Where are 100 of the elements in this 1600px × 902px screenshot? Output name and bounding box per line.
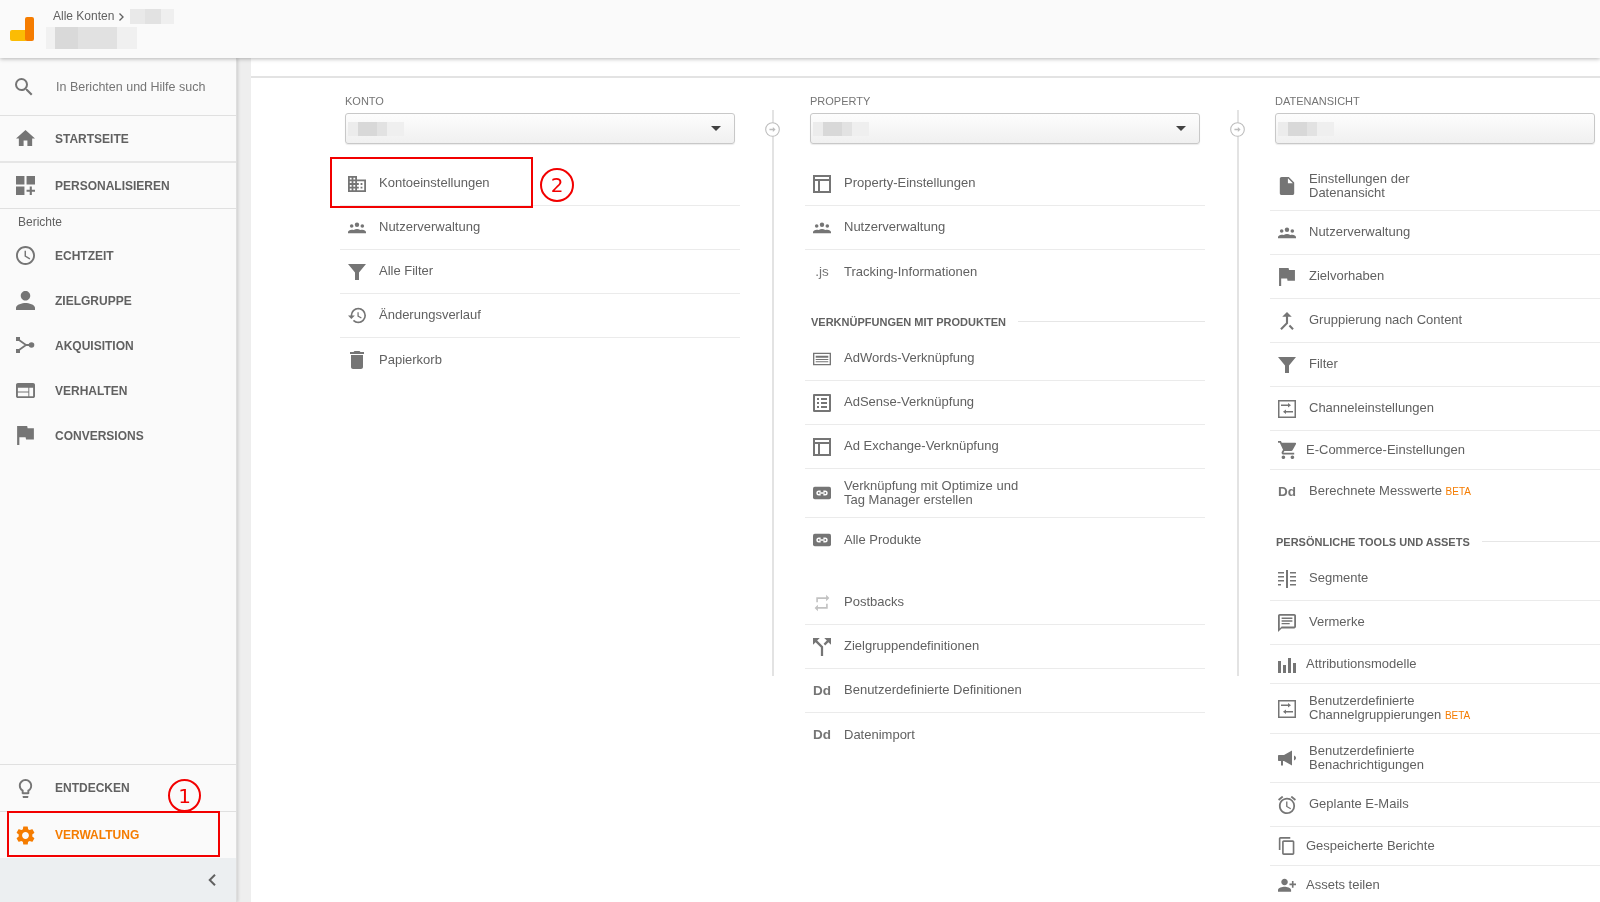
search-field[interactable]: In Berichten und Hilfe such	[56, 79, 228, 94]
menu-item[interactable]: .js Tracking-Informationen	[805, 250, 1205, 294]
chevron-left-icon	[208, 874, 216, 886]
trash-icon	[348, 351, 366, 369]
link-icon	[813, 484, 831, 502]
building-icon	[348, 174, 366, 193]
flag-icon	[16, 426, 35, 445]
link-icon	[813, 531, 831, 549]
sidebar-item[interactable]: AKQUISITION	[0, 323, 236, 368]
column-label: KONTO	[344, 94, 385, 108]
menu-item[interactable]: Channeleinstellungen	[1270, 387, 1600, 431]
lightbulb-icon	[16, 778, 35, 798]
menu-item[interactable]: Nutzerverwaltung	[1270, 211, 1600, 255]
menu-item[interactable]: Änderungsverlauf	[340, 294, 740, 338]
arrow-circle-icon	[1230, 122, 1245, 137]
menu-item[interactable]: AdWords-Verknüpfung	[805, 337, 1205, 381]
menu-item[interactable]: Gruppierung nach Content	[1270, 299, 1600, 343]
menu-item[interactable]: Dd Benutzerdefinierte Definitionen	[805, 669, 1205, 713]
add-person-icon	[1278, 876, 1296, 895]
menu-item[interactable]: Filter	[1270, 343, 1600, 387]
menu-item[interactable]: Zielgruppendefinitionen	[805, 625, 1205, 669]
search-icon	[15, 77, 33, 96]
menu-item[interactable]: Vermerke	[1270, 601, 1600, 645]
menu-item[interactable]: Postbacks	[805, 581, 1205, 625]
merge-arrow-icon	[1278, 311, 1296, 330]
arrows-box-icon	[1278, 699, 1296, 718]
document-icon	[1278, 177, 1296, 195]
section-heading: VERKNÜPFUNGEN MIT PRODUKTEN	[811, 315, 1006, 329]
menu-item[interactable]: Verknüpfung mit Optimize und Tag Manager erstellen	[805, 469, 1205, 518]
window-icon	[16, 381, 35, 400]
menu-item[interactable]: Assets teilen	[1270, 866, 1600, 902]
menu-item[interactable]: Dd Berechnete Messwerte BETA	[1270, 470, 1600, 514]
sidebar-item[interactable]: STARTSEITE	[0, 116, 236, 163]
cart-icon	[1278, 441, 1296, 459]
menu-item[interactable]: Benutzerdefinierte Benachrichtigungen	[1270, 734, 1600, 783]
filter-icon	[348, 262, 366, 281]
step-marker: 2	[540, 168, 574, 202]
redacted-value	[348, 121, 404, 136]
sidebar-item[interactable]: CONVERSIONS	[0, 413, 236, 458]
menu-item[interactable]: Gespeicherte Berichte	[1270, 827, 1600, 866]
js-icon: .js	[813, 264, 831, 280]
menu-item[interactable]: Alle Produkte	[805, 518, 1205, 562]
arrows-box-icon	[1278, 399, 1296, 418]
section-label: Berichte	[17, 214, 64, 231]
redacted-value	[1278, 121, 1334, 136]
dropdown[interactable]	[1275, 113, 1595, 144]
menu-item[interactable]: Segmente	[1270, 557, 1600, 601]
branch-icon	[16, 336, 35, 355]
layout-icon	[813, 437, 831, 456]
menu-item[interactable]: Alle Filter	[340, 250, 740, 294]
settings-icon	[16, 825, 35, 845]
redacted-text	[130, 9, 175, 24]
section-heading: PERSÖNLICHE TOOLS UND ASSETS	[1276, 535, 1470, 549]
breadcrumb-link[interactable]: Alle Konten	[53, 9, 115, 24]
menu-item[interactable]: AdSense-Verknüpfung	[805, 381, 1205, 425]
step-marker: 1	[168, 779, 201, 812]
menu-item[interactable]: E-Commerce-Einstellungen	[1270, 431, 1600, 470]
menu-item[interactable]: Dd Datenimport	[805, 713, 1205, 757]
swap-arrows-icon	[813, 593, 831, 612]
sidebar-item[interactable]: PERSONALISIEREN	[0, 163, 236, 209]
split-arrow-icon	[813, 637, 831, 656]
collapse-button[interactable]	[0, 858, 236, 902]
chevron-right-icon	[119, 12, 125, 21]
column-label: DATENANSICHT	[1274, 94, 1361, 108]
documents-icon	[1278, 837, 1296, 855]
menu-item[interactable]: Benutzerdefinierte Channelgruppierungen BETA	[1270, 684, 1600, 734]
menu-item[interactable]: Einstellungen der Datenansicht	[1270, 162, 1600, 211]
dropdown[interactable]	[810, 113, 1200, 144]
dd-icon: Dd	[813, 727, 831, 743]
arrow-circle-icon	[765, 122, 780, 137]
bars-logo-icon	[10, 17, 34, 41]
sidebar-item[interactable]: ECHTZEIT	[0, 233, 236, 278]
alarm-clock-icon	[1278, 795, 1296, 814]
sidebar-item[interactable]: VERHALTEN	[0, 368, 236, 413]
flag-icon	[1278, 267, 1296, 286]
menu-item[interactable]: Nutzerverwaltung	[340, 206, 740, 250]
history-icon	[348, 306, 366, 325]
home-icon	[16, 129, 35, 148]
filter-icon	[1278, 355, 1296, 374]
dropdown[interactable]	[345, 113, 735, 144]
list-panel-icon	[813, 393, 831, 412]
menu-item[interactable]: Property-Einstellungen	[805, 162, 1205, 206]
layout-icon	[813, 174, 831, 193]
menu-item[interactable]: Zielvorhaben	[1270, 255, 1600, 299]
redacted-value	[813, 121, 869, 136]
dd-icon: Dd	[813, 682, 831, 699]
menu-item[interactable]: Geplante E-Mails	[1270, 783, 1600, 827]
menu-item[interactable]: Papierkorb	[340, 338, 740, 382]
bar-chart-icon	[1278, 655, 1296, 673]
menu-item[interactable]: Ad Exchange-Verknüpfung	[805, 425, 1205, 469]
segments-icon	[1278, 569, 1296, 588]
menu-item[interactable]: Nutzerverwaltung	[805, 206, 1205, 250]
dd-icon: Dd	[1278, 484, 1296, 500]
comment-icon	[1278, 613, 1296, 632]
clock-icon	[16, 246, 35, 265]
grid-plus-icon	[16, 176, 35, 195]
megaphone-icon	[1278, 749, 1296, 767]
sidebar-item[interactable]: ZIELGRUPPE	[0, 278, 236, 323]
menu-item[interactable]: Attributionsmodelle	[1270, 645, 1600, 684]
column-label: PROPERTY	[809, 94, 872, 108]
